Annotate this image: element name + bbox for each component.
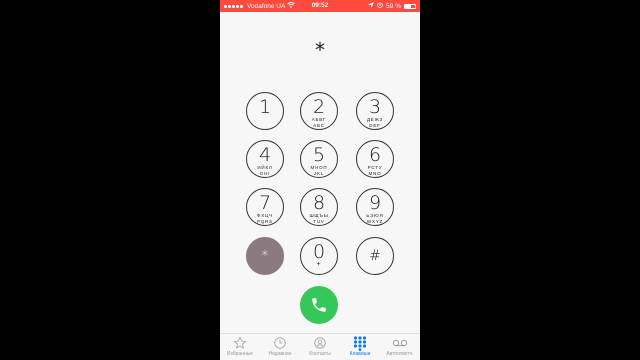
location-icon (368, 2, 375, 10)
key-1[interactable]: 1 (246, 92, 284, 130)
status-bar: Vodafone UA 09:52 59 % (220, 0, 420, 12)
key-8[interactable]: 8 ШЩЪЫ TUV (300, 188, 338, 226)
key-7[interactable]: 7 ФХЦЧ PQRS (246, 188, 284, 226)
key-hash[interactable]: # (356, 237, 394, 275)
battery-icon (404, 3, 416, 9)
key-5[interactable]: 5 МНОП JKL (300, 140, 338, 178)
alarm-icon (377, 2, 383, 10)
key-2[interactable]: 2 АБВГ ABC (300, 92, 338, 130)
tab-recents[interactable]: Недавние (260, 334, 300, 360)
star-icon (220, 336, 260, 351)
tab-bar: Избранные Недавние Контакты Клавиши Авто… (220, 333, 420, 360)
key-6[interactable]: 6 РСТУ MNO (356, 140, 394, 178)
clock-icon (260, 336, 300, 351)
entered-number: * (315, 38, 325, 62)
key-4[interactable]: 4 ИЙКЛ GHI (246, 140, 284, 178)
key-3[interactable]: 3 ДЕЖЗ DEF (356, 92, 394, 130)
battery-percent: 59 % (386, 2, 401, 10)
key-0[interactable]: 0 + (300, 237, 338, 275)
tab-voicemail[interactable]: Автоответч. (380, 334, 420, 360)
voicemail-icon (380, 336, 420, 351)
tab-contacts[interactable]: Контакты (300, 334, 340, 360)
key-star[interactable]: * (246, 237, 284, 275)
tab-favorites[interactable]: Избранные (220, 334, 260, 360)
key-9[interactable]: 9 ЬЭЮЯ WXYZ (356, 188, 394, 226)
tab-keypad[interactable]: Клавиши (340, 334, 380, 360)
call-button[interactable] (300, 286, 338, 324)
keypad-icon (340, 336, 380, 351)
phone-screen: Vodafone UA 09:52 59 % * 1 2 АБВГ ABC 3 … (220, 0, 420, 360)
person-icon (300, 336, 340, 351)
